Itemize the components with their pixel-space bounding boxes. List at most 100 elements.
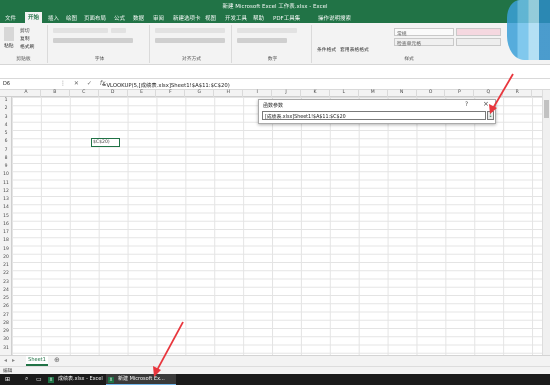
cut-button[interactable]: 剪切	[20, 27, 30, 34]
column-header[interactable]: F	[157, 90, 186, 97]
tab-pdf[interactable]: PDF工具集	[273, 14, 300, 22]
row-header[interactable]: 30	[0, 337, 12, 342]
tab-draw[interactable]: 绘图	[66, 14, 77, 22]
column-header[interactable]: K	[301, 90, 330, 97]
tab-home[interactable]: 开始	[25, 12, 43, 23]
number-format-select[interactable]	[237, 28, 297, 33]
row-header[interactable]: 13	[0, 197, 12, 202]
font-size-select[interactable]	[111, 28, 126, 33]
copy-button[interactable]: 复制	[20, 35, 30, 42]
paste-icon[interactable]	[4, 27, 14, 41]
scrollbar-thumb[interactable]	[544, 100, 549, 118]
style-bad[interactable]	[456, 28, 501, 36]
prev-sheet-icon[interactable]: ◂	[4, 357, 7, 364]
number-format-buttons[interactable]	[237, 38, 287, 43]
row-header[interactable]: 22	[0, 271, 12, 276]
row-header[interactable]: 12	[0, 189, 12, 194]
column-header[interactable]: L	[330, 90, 359, 97]
row-header[interactable]: 27	[0, 313, 12, 318]
cancel-icon[interactable]: ✕	[74, 80, 79, 87]
row-header[interactable]: 14	[0, 205, 12, 210]
row-header[interactable]: 15	[0, 214, 12, 219]
column-header[interactable]: D	[99, 90, 128, 97]
tell-me-search[interactable]: 操作说明搜索	[318, 14, 351, 22]
column-header[interactable]: R	[503, 90, 533, 97]
tab-data[interactable]: 数据	[133, 14, 144, 22]
row-header[interactable]: 21	[0, 263, 12, 268]
tab-file[interactable]: 文件	[5, 14, 16, 22]
taskbar-item-new-workbook[interactable]: X 新建 Microsoft Ex...	[106, 374, 176, 385]
format-painter-button[interactable]: 格式刷	[20, 43, 34, 50]
row-header[interactable]: 2	[0, 106, 12, 111]
tab-developer[interactable]: 开发工具	[225, 14, 247, 22]
column-header[interactable]: B	[41, 90, 70, 97]
tab-formulas[interactable]: 公式	[114, 14, 125, 22]
align-bottom-buttons[interactable]	[155, 38, 225, 43]
range-input[interactable]: [成绩表.xlsx]Sheet1!$A$11:$C$20	[262, 111, 486, 120]
add-sheet-icon[interactable]: ⊕	[54, 356, 60, 364]
conditional-format-button[interactable]: 条件格式	[317, 46, 336, 53]
windows-start-icon[interactable]: ⊞	[5, 376, 10, 383]
table-format-button[interactable]: 套用表格格式	[340, 46, 369, 53]
tab-insert[interactable]: 插入	[48, 14, 59, 22]
row-header[interactable]: 28	[0, 321, 12, 326]
font-name-select[interactable]	[53, 28, 108, 33]
row-header[interactable]: 19	[0, 247, 12, 252]
row-header[interactable]: 23	[0, 280, 12, 285]
vertical-scrollbar[interactable]	[542, 90, 550, 355]
row-header[interactable]: 5	[0, 131, 12, 136]
paste-button[interactable]: 粘贴	[4, 42, 14, 49]
tab-page-layout[interactable]: 页面布局	[84, 14, 106, 22]
close-button[interactable]: ×	[483, 100, 489, 108]
row-header[interactable]: 7	[0, 148, 12, 153]
style-normal[interactable]: 常规	[394, 28, 454, 37]
enter-icon[interactable]: ✓	[87, 80, 92, 87]
column-header[interactable]: A	[12, 90, 41, 97]
help-button[interactable]: ?	[465, 101, 468, 108]
row-header[interactable]: 1	[0, 98, 12, 103]
column-header[interactable]: C	[70, 90, 99, 97]
column-header[interactable]: N	[388, 90, 417, 97]
search-icon[interactable]: ⌕	[25, 375, 28, 383]
tab-new[interactable]: 新建选项卡	[173, 14, 201, 22]
sheet-tab[interactable]: Sheet1	[26, 356, 48, 366]
more-icon[interactable]: ⋮	[60, 80, 66, 87]
tab-view[interactable]: 视图	[205, 14, 216, 22]
row-header[interactable]: 24	[0, 288, 12, 293]
tab-review[interactable]: 审阅	[153, 14, 164, 22]
row-header[interactable]: 16	[0, 222, 12, 227]
row-header[interactable]: 4	[0, 123, 12, 128]
style-explanatory[interactable]	[456, 38, 501, 46]
active-cell[interactable]: $C$20)	[91, 138, 120, 147]
tab-help[interactable]: 帮助	[253, 14, 264, 22]
column-header[interactable]: P	[446, 90, 475, 97]
row-header[interactable]: 25	[0, 296, 12, 301]
column-header[interactable]: Q	[474, 90, 504, 97]
font-format-buttons[interactable]	[53, 38, 133, 43]
column-header[interactable]: M	[359, 90, 388, 97]
row-header[interactable]: 9	[0, 164, 12, 169]
column-header[interactable]: E	[128, 90, 157, 97]
row-header[interactable]: 18	[0, 238, 12, 243]
name-box[interactable]: D6	[1, 80, 51, 89]
align-top-buttons[interactable]	[155, 28, 225, 33]
style-check-cell[interactable]: 检查单元格	[394, 38, 454, 47]
row-header[interactable]: 6	[0, 139, 12, 144]
row-header[interactable]: 31	[0, 346, 12, 351]
column-header[interactable]: G	[185, 90, 215, 97]
row-header[interactable]: 17	[0, 230, 12, 235]
row-header[interactable]: 26	[0, 304, 12, 309]
column-header[interactable]: O	[417, 90, 446, 97]
row-header[interactable]: 29	[0, 329, 12, 334]
row-header[interactable]: 10	[0, 172, 12, 177]
worksheet-grid[interactable]	[12, 97, 542, 355]
formula-input[interactable]: =VLOOKUP(5,[成绩表.xlsx]Sheet1!$A$11:$C$20)	[102, 81, 230, 89]
row-header[interactable]: 11	[0, 181, 12, 186]
row-header[interactable]: 8	[0, 156, 12, 161]
task-view-icon[interactable]: ▭	[36, 376, 42, 383]
column-header[interactable]: H	[214, 90, 244, 97]
column-header[interactable]: I	[243, 90, 273, 97]
row-header[interactable]: 20	[0, 255, 12, 260]
next-sheet-icon[interactable]: ▸	[12, 357, 15, 364]
column-header[interactable]: J	[272, 90, 301, 97]
